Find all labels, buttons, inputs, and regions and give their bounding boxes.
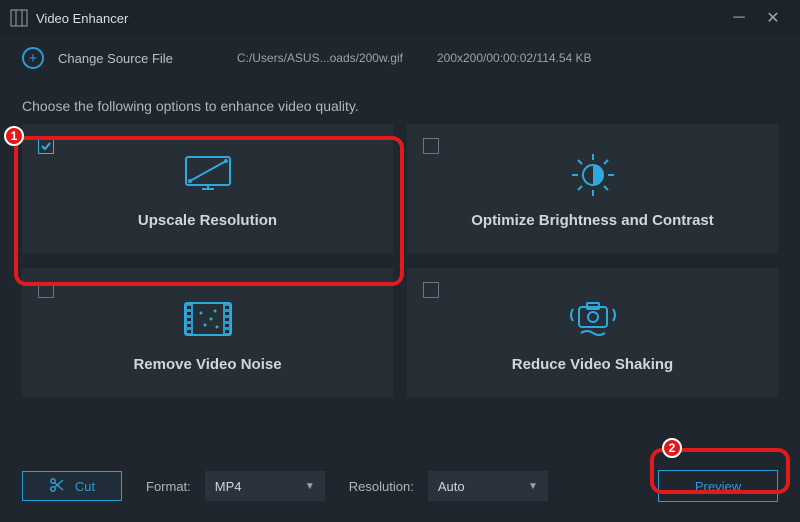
scissors-icon [49,477,65,496]
preview-label: Preview [695,479,741,494]
format-dropdown[interactable]: MP4 ▼ [205,471,325,501]
resolution-value: Auto [438,479,465,494]
brightness-icon [568,150,618,200]
chevron-down-icon: ▼ [528,481,538,492]
format-label: Format: [146,479,191,494]
option-optimize-brightness[interactable]: Optimize Brightness and Contrast [407,124,778,254]
option-remove-noise[interactable]: Remove Video Noise [22,268,393,398]
bottom-bar: Cut Format: MP4 ▼ Resolution: Auto ▼ Pre… [0,470,800,502]
cut-label: Cut [75,479,95,494]
change-source-link[interactable]: Change Source File [58,51,173,66]
resolution-dropdown[interactable]: Auto ▼ [428,471,548,501]
minimize-button[interactable]: ─ [722,9,756,27]
options-grid: Upscale Resolution Optimize Brightness a… [0,124,800,398]
instruction-text: Choose the following options to enhance … [0,80,800,124]
source-bar: + Change Source File C:/Users/ASUS...oad… [0,36,800,80]
chevron-down-icon: ▼ [305,481,315,492]
checkbox-upscale[interactable] [38,138,54,154]
film-noise-icon [181,294,235,344]
option-label: Upscale Resolution [138,212,277,229]
format-value: MP4 [215,479,242,494]
option-reduce-shaking[interactable]: Reduce Video Shaking [407,268,778,398]
preview-button[interactable]: Preview [658,470,778,502]
option-label: Optimize Brightness and Contrast [471,212,714,229]
checkbox-brightness[interactable] [423,138,439,154]
checkbox-noise[interactable] [38,282,54,298]
annotation-number-2: 2 [662,438,682,458]
titlebar: Video Enhancer ─ ✕ [0,0,800,36]
checkbox-shaking[interactable] [423,282,439,298]
monitor-diag-icon [180,150,236,200]
close-button[interactable]: ✕ [756,8,790,28]
add-source-icon[interactable]: + [22,47,44,69]
option-label: Remove Video Noise [133,356,281,373]
option-label: Reduce Video Shaking [512,356,673,373]
source-file-info: 200x200/00:00:02/114.54 KB [437,51,592,65]
cut-button[interactable]: Cut [22,471,122,501]
window-title: Video Enhancer [36,11,722,26]
camera-shake-icon [563,294,623,344]
source-file-path: C:/Users/ASUS...oads/200w.gif [237,51,403,65]
app-logo-icon [10,9,28,27]
resolution-label: Resolution: [349,479,414,494]
option-upscale-resolution[interactable]: Upscale Resolution [22,124,393,254]
